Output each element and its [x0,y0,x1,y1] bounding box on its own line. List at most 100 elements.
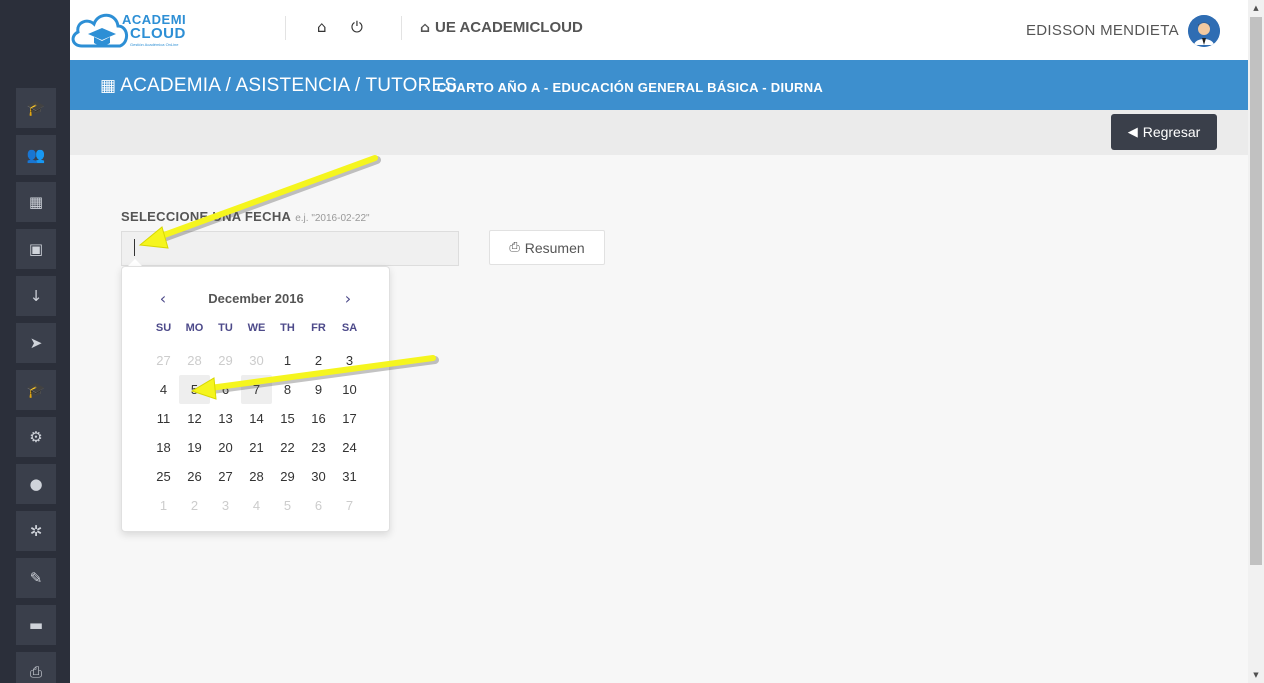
scrollbar-thumb[interactable] [1250,17,1262,565]
home-icon[interactable]: ⌂ [317,18,327,36]
datepicker-day[interactable]: 28 [241,462,272,491]
sidebar-item-users[interactable]: 👥 [16,135,56,175]
datepicker-day[interactable]: 20 [210,433,241,462]
datepicker-day[interactable]: 19 [179,433,210,462]
datepicker-day[interactable]: 18 [148,433,179,462]
datepicker-day[interactable]: 30 [241,346,272,375]
sidebar-item-paper-plane[interactable]: ➤ [16,323,56,363]
sidebar-header [0,0,70,60]
datepicker-day[interactable]: 27 [210,462,241,491]
logo-text-bottom: CLOUD [130,25,186,42]
datepicker-day[interactable]: 5 [272,491,303,520]
sidebar-item-bicycle[interactable]: ⚙ [16,417,56,457]
datepicker-day[interactable]: 2 [179,491,210,520]
breadcrumb: ▦ ACADEMIA / ASISTENCIA / TUTORES › CUART… [70,60,1248,110]
text-cursor [134,239,135,256]
paint-brush-icon: ✎ [29,569,43,587]
datepicker-day[interactable]: 3 [334,346,365,375]
date-field-label: SELECCIONE UNA FECHA e.j. "2016-02-22" [121,209,370,224]
datepicker-day[interactable]: 16 [303,404,334,433]
cogs-icon: ✲ [29,522,43,540]
datepicker-day[interactable]: 29 [272,462,303,491]
avatar[interactable] [1188,15,1220,47]
datepicker-day[interactable]: 2 [303,346,334,375]
datepicker-month-title[interactable]: December 2016 [182,291,330,306]
datepicker-day[interactable]: 27 [148,346,179,375]
car-icon: ▬ [28,616,44,634]
weekday-header: WE [247,322,266,334]
sort-numeric-icon: ↓ [29,287,43,305]
datepicker-day[interactable]: 10 [334,375,365,404]
chevron-right-icon[interactable]: › [338,289,358,308]
scroll-down-arrow-icon[interactable]: ▼ [1248,667,1264,683]
header-divider [401,16,402,40]
datepicker-day[interactable]: 13 [210,404,241,433]
sidebar-item-money[interactable]: ▣ [16,229,56,269]
datepicker-week-row: 1234567 [148,491,365,520]
sidebar-item-user[interactable]: ● [16,464,56,504]
sidebar-item-sort-numeric[interactable]: ↓ [16,276,56,316]
datepicker-day[interactable]: 14 [241,404,272,433]
datepicker-day[interactable]: 30 [303,462,334,491]
sidebar-item-print[interactable]: ⎙ [16,652,56,683]
sidebar-item-paint-brush[interactable]: ✎ [16,558,56,598]
logo-tagline: Gestión Académica OnLine [130,42,179,47]
header-divider [285,16,286,40]
sidebar-item-graduation-cap[interactable]: 🎓 [16,88,56,128]
datepicker-day[interactable]: 21 [241,433,272,462]
academicloud-logo[interactable]: ACADEMI CLOUD Gestión Académica OnLine [70,6,190,54]
datepicker-day[interactable]: 9 [303,375,334,404]
sidebar-item-graduation-cap[interactable]: 🎓 [16,370,56,410]
user-name[interactable]: EDISSON MENDIETA [1026,22,1179,39]
datepicker-week-row: 11 12 13 14 15 16 17 [148,404,365,433]
scroll-up-arrow-icon[interactable]: ▲ [1248,0,1264,16]
app-title-text: UE ACADEMICLOUD [435,19,583,36]
datepicker-day[interactable]: 6 [210,375,241,404]
datepicker-grid: SU MO TU WE TH FR SA 27 28 29 30 1 2 3 4 5 6 7 8 9 10 11 12 13 1… [148,317,365,520]
sidebar-item-cogs[interactable]: ✲ [16,511,56,551]
datepicker-day[interactable]: 7 [334,491,365,520]
datepicker: ‹ December 2016 › SU MO TU WE TH FR SA 27 28 29 30… [121,266,390,532]
breadcrumb-path: ▦ ACADEMIA / ASISTENCIA / TUTORES [100,75,457,97]
breadcrumb-current: CUARTO AÑO A - EDUCACIÓN GENERAL BÁSICA … [437,80,824,95]
datepicker-day[interactable]: 3 [210,491,241,520]
datepicker-day[interactable]: 28 [179,346,210,375]
date-field-hint: e.j. "2016-02-22" [295,213,370,224]
sidebar: 🎓 👥 ▦ ▣ ↓ ➤ 🎓 ⚙ ● ✲ ✎ ▬ ⎙ [0,0,70,683]
datepicker-day[interactable]: 12 [179,404,210,433]
datepicker-day[interactable]: 8 [272,375,303,404]
datepicker-day[interactable]: 31 [334,462,365,491]
datepicker-week-row: 27 28 29 30 1 2 3 [148,346,365,375]
datepicker-day[interactable]: 15 [272,404,303,433]
summary-button[interactable]: ⎙ Resumen [489,230,605,265]
datepicker-day[interactable]: 22 [272,433,303,462]
paper-plane-icon: ➤ [29,334,43,352]
breadcrumb-path-text: ACADEMIA / ASISTENCIA / TUTORES [120,75,458,96]
chevron-left-icon[interactable]: ‹ [153,289,173,308]
datepicker-day[interactable]: 23 [303,433,334,462]
weekday-header: SA [341,322,358,334]
datepicker-day[interactable]: 25 [148,462,179,491]
date-input[interactable] [121,231,459,266]
back-button[interactable]: ◀ Regresar [1111,114,1217,150]
datepicker-day[interactable]: 17 [334,404,365,433]
graduation-cap-icon: 🎓 [26,99,46,117]
datepicker-day[interactable]: 4 [148,375,179,404]
datepicker-day[interactable]: 4 [241,491,272,520]
datepicker-day[interactable]: 26 [179,462,210,491]
sidebar-item-calendar[interactable]: ▦ [16,182,56,222]
datepicker-day[interactable]: 24 [334,433,365,462]
datepicker-day[interactable]: 11 [148,404,179,433]
datepicker-day[interactable]: 5 [179,375,210,404]
datepicker-day[interactable]: 6 [303,491,334,520]
app-title[interactable]: ⌂ UE ACADEMICLOUD [420,19,583,36]
sidebar-item-car[interactable]: ▬ [16,605,56,645]
weekday-header: TU [218,322,233,334]
users-icon: 👥 [26,146,46,164]
datepicker-day[interactable]: 29 [210,346,241,375]
power-icon[interactable]: ⏻ [351,18,363,36]
datepicker-day[interactable]: 1 [148,491,179,520]
datepicker-day[interactable]: 7 [241,375,272,404]
datepicker-day[interactable]: 1 [272,346,303,375]
money-icon: ▣ [28,240,44,258]
